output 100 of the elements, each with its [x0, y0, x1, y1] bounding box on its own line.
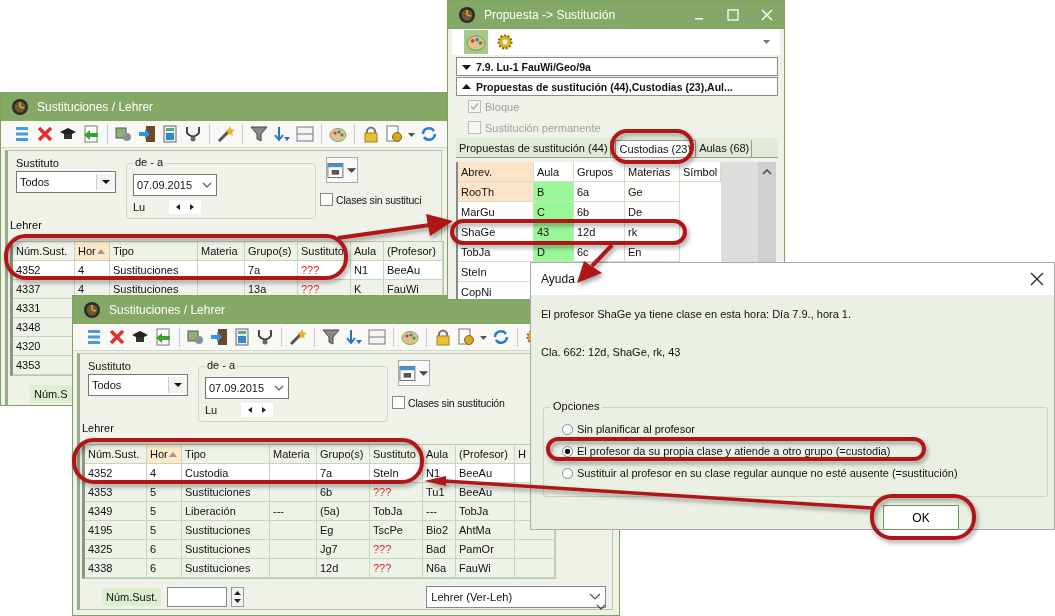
sort-icon[interactable] [273, 125, 291, 143]
footer-label: Núm.Sust. [102, 588, 162, 606]
caret-icon[interactable] [763, 39, 770, 45]
delete-icon[interactable] [36, 125, 54, 143]
sort-icon[interactable] [345, 328, 363, 346]
calendar-icon[interactable] [399, 364, 416, 382]
triangle-icon[interactable] [462, 82, 471, 91]
column-header[interactable]: Hor [147, 445, 182, 464]
column-header[interactable]: Grupo(s) [245, 242, 298, 261]
calendar-button[interactable] [398, 360, 430, 386]
triangle-icon[interactable] [462, 62, 471, 71]
clock-icon [83, 301, 101, 319]
column-header[interactable]: Tipo [110, 242, 198, 261]
close-icon[interactable] [1030, 272, 1044, 286]
radio-option[interactable]: Sin planificar al profesor [562, 422, 1039, 436]
table-cell: TobJa [456, 502, 515, 521]
column-header[interactable]: Grupos [574, 162, 625, 182]
column-header[interactable]: Símbol [680, 162, 721, 182]
section-header[interactable]: Propuestas de sustitución (44),Custodias (23),Aul... [456, 77, 778, 96]
list-icon[interactable] [85, 328, 103, 346]
table-cell: 4331 [13, 299, 75, 318]
day-stepper[interactable] [169, 200, 202, 214]
column-header[interactable]: Hor [75, 242, 110, 261]
tools-icon[interactable] [115, 125, 133, 143]
wand-icon[interactable] [217, 125, 235, 143]
radio-option[interactable]: Sustituir al profesor en su clase regular aunque no esté ausente (=sustitución) [562, 466, 1039, 480]
spinner-icon[interactable] [231, 587, 245, 607]
date-field[interactable]: 07.09.2015 [133, 174, 217, 196]
import-icon[interactable] [82, 125, 100, 143]
scroll-up-icon[interactable] [762, 168, 772, 176]
section-header[interactable]: 7.9. Lu-1 FauWi/Geo/9a [456, 57, 778, 76]
document-gear-icon[interactable] [385, 125, 403, 143]
calculator-icon[interactable] [233, 328, 251, 346]
chevron-down-icon[interactable] [589, 593, 602, 601]
table-cell: TscPe [370, 521, 423, 540]
palette-icon[interactable] [329, 125, 347, 143]
table-cell: Sustituciones [182, 540, 270, 559]
column-header[interactable]: Materia [270, 445, 317, 464]
list-icon[interactable] [13, 125, 31, 143]
sort-arrow-icon [168, 451, 177, 457]
column-header[interactable]: Núm.Sust. [85, 445, 147, 464]
column-header[interactable]: Aula [423, 445, 456, 464]
column-header[interactable]: Núm.Sust. [13, 242, 75, 261]
column-header[interactable]: (Profesor) [384, 242, 443, 261]
group-label: de - a [133, 156, 166, 168]
column-header[interactable]: Materias [625, 162, 680, 182]
filter-icon[interactable] [322, 328, 340, 346]
caret-icon[interactable] [417, 369, 429, 377]
column-header[interactable]: Sustituto [370, 445, 423, 464]
ok-button[interactable]: OK [883, 505, 959, 530]
table-cell: --- [270, 502, 317, 521]
door-icon[interactable] [210, 328, 228, 346]
table-cell: Jg7 [317, 540, 370, 559]
chevron-down-icon[interactable] [201, 180, 213, 190]
caret-icon[interactable] [345, 166, 357, 174]
substitute-dropdown[interactable]: Todos [16, 171, 116, 193]
filter-icon[interactable] [250, 125, 268, 143]
left-arrow-icon[interactable] [174, 203, 183, 211]
list-label: Lehrer [82, 422, 114, 434]
stethoscope-icon[interactable] [184, 125, 202, 143]
column-header[interactable]: (Profesor) [456, 445, 515, 464]
stethoscope-icon[interactable] [256, 328, 274, 346]
tab[interactable]: Propuestas de sustitución (44) [456, 140, 611, 157]
chevron-down-icon[interactable] [273, 383, 285, 393]
calendar-icon[interactable] [327, 161, 344, 179]
substitute-dropdown[interactable]: Todos [88, 374, 188, 396]
checkbox-option[interactable]: Clases sin sustitución [392, 396, 505, 409]
number-field[interactable] [167, 587, 228, 607]
import-icon[interactable] [154, 328, 172, 346]
delete-icon[interactable] [108, 328, 126, 346]
wand-icon[interactable] [289, 328, 307, 346]
table-cell: ??? [370, 559, 423, 578]
column-header[interactable]: Grupo(s) [317, 445, 370, 464]
refresh-icon[interactable] [492, 328, 510, 346]
tab[interactable]: Aulas (68) [696, 140, 753, 157]
view-dropdown[interactable]: Lehrer (Ver-Leh) [426, 586, 607, 608]
lock-icon[interactable] [362, 125, 380, 143]
grid-icon[interactable] [368, 328, 386, 346]
lock-icon[interactable] [434, 328, 452, 346]
date-field[interactable]: 07.09.2015 [205, 377, 289, 399]
calculator-icon[interactable] [161, 125, 179, 143]
sort-arrow-icon [96, 248, 105, 254]
column-header[interactable]: Aula [351, 242, 384, 261]
palette-icon[interactable] [401, 328, 419, 346]
document-gear-icon[interactable] [457, 328, 475, 346]
column-header[interactable]: Tipo [182, 445, 270, 464]
day-stepper[interactable] [241, 403, 274, 417]
grid-icon[interactable] [296, 125, 314, 143]
tools-icon[interactable] [187, 328, 205, 346]
door-icon[interactable] [138, 125, 156, 143]
refresh-icon[interactable] [420, 125, 438, 143]
left-arrow-icon[interactable] [246, 406, 255, 414]
column-header[interactable]: Materia [198, 242, 245, 261]
column-header[interactable]: Sustituto [298, 242, 351, 261]
radio-option[interactable]: El profesor da su propia clase y atiende a otro grupo (=custodia) [562, 444, 1039, 458]
calendar-button[interactable] [326, 157, 358, 183]
column-header[interactable]: Abrev. [458, 162, 534, 182]
checkbox-option[interactable]: Clases sin sustituci [320, 193, 422, 206]
table-cell: 6b [574, 202, 625, 222]
column-header[interactable]: Aula [534, 162, 574, 182]
